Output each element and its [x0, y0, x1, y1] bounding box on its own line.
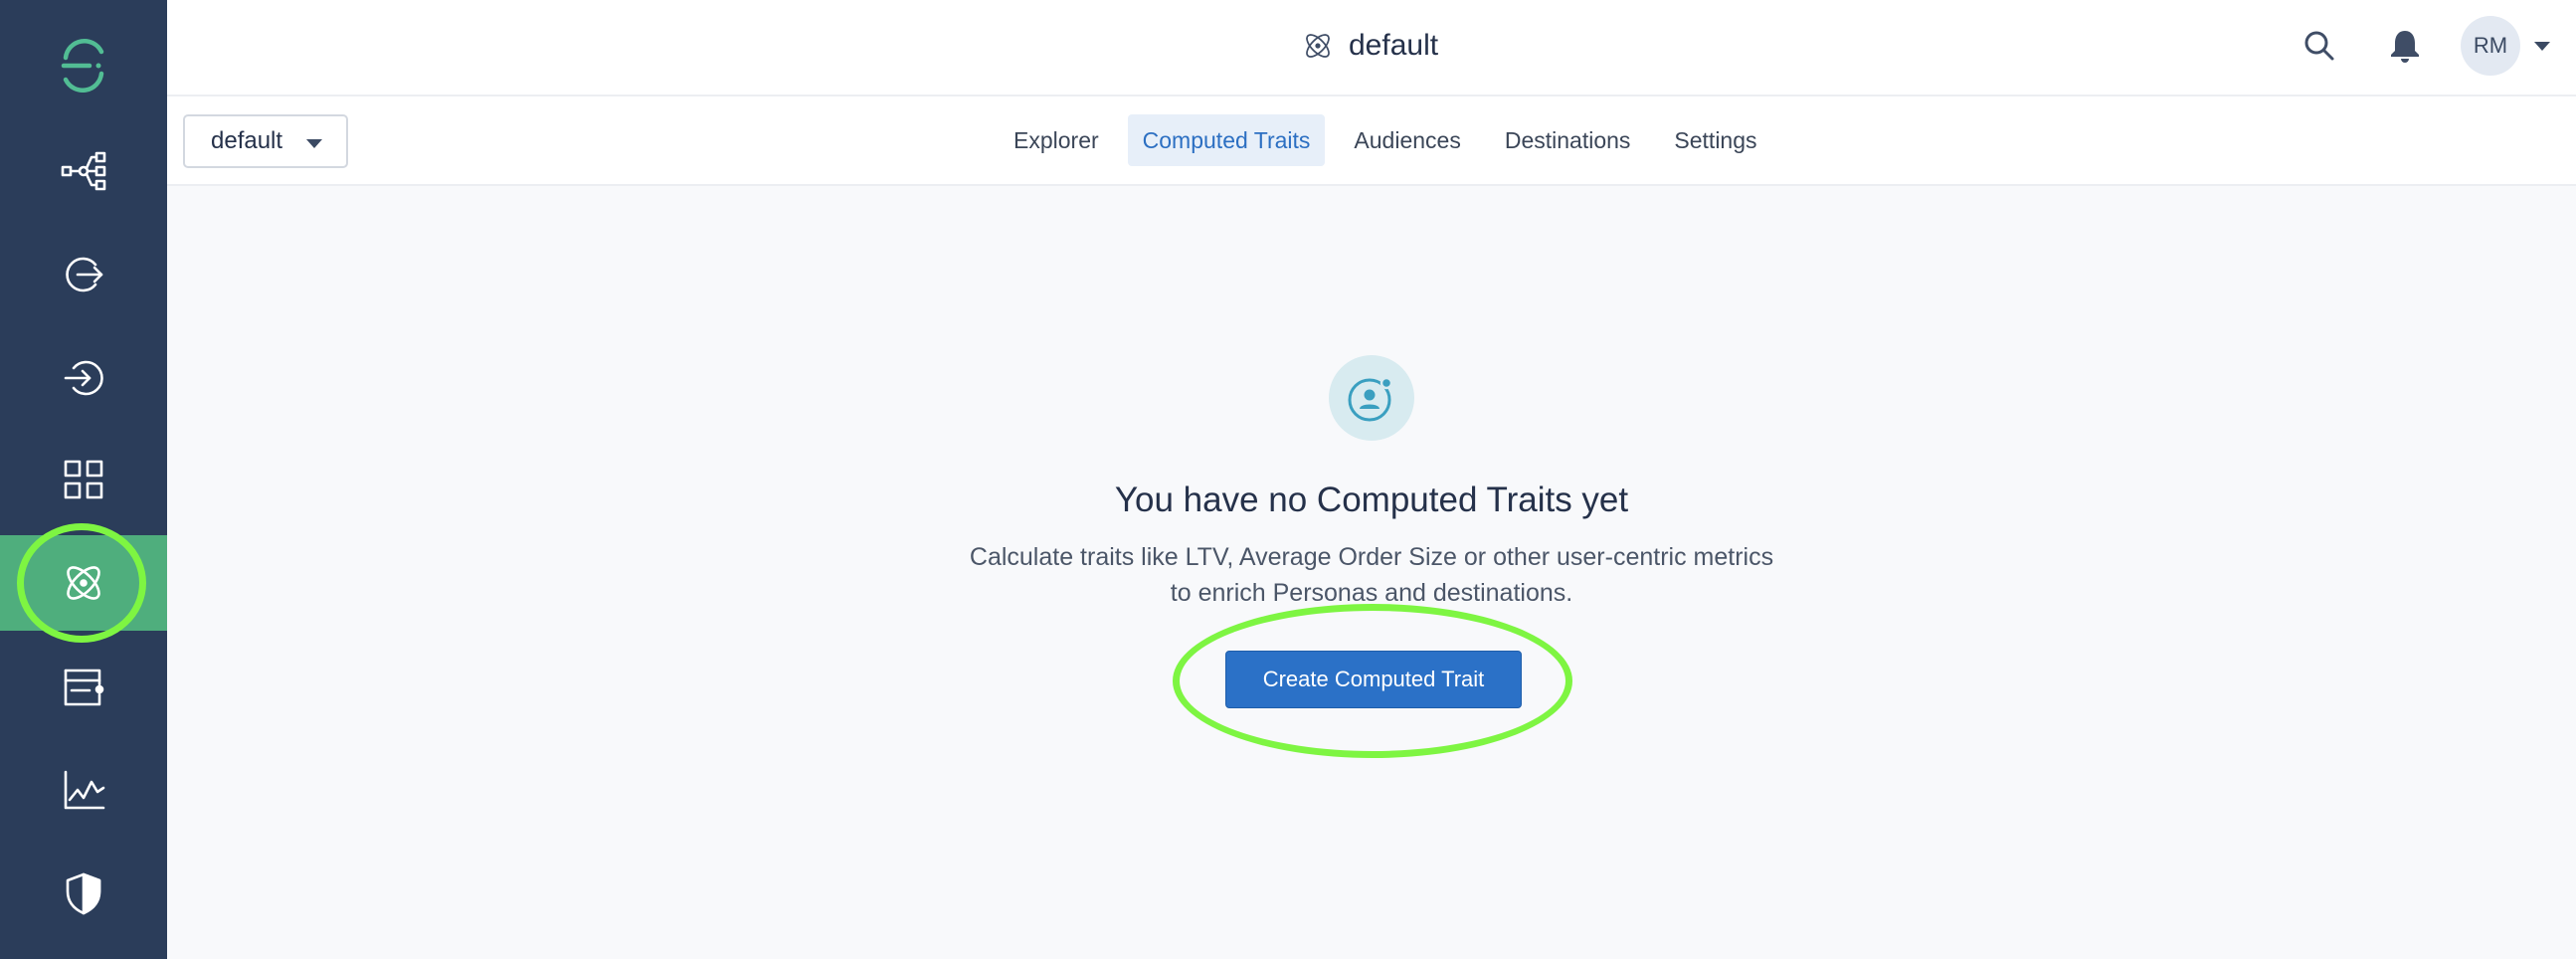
avatar[interactable]: RM: [2461, 16, 2520, 76]
tab-computed-traits[interactable]: Computed Traits: [1127, 114, 1326, 166]
empty-state-description-line-1: Calculate traits like LTV, Average Order…: [969, 543, 1774, 571]
segment-logo[interactable]: [0, 18, 167, 113]
empty-state-icon-wrapper: [1329, 355, 1414, 441]
user-trait-icon: [1348, 376, 1393, 422]
space-selector[interactable]: default: [183, 114, 348, 168]
notifications-button[interactable]: [2375, 16, 2435, 76]
empty-state: You have no Computed Traits yet Calculat…: [167, 186, 2576, 959]
sidebar: [0, 0, 167, 959]
sidebar-item-connections[interactable]: [0, 123, 167, 219]
sidebar-item-destinations[interactable]: [0, 330, 167, 426]
workspace-name: default: [1349, 29, 1439, 62]
sidebar-item-analytics[interactable]: [0, 742, 167, 838]
analytics-icon: [64, 770, 105, 810]
tab-audiences[interactable]: Audiences: [1339, 114, 1475, 166]
personas-icon: [67, 566, 100, 600]
tab-settings[interactable]: Settings: [1659, 114, 1771, 166]
empty-state-description: Calculate traits like LTV, Average Order…: [167, 539, 2576, 611]
sidebar-item-catalog[interactable]: [0, 432, 167, 527]
bell-icon: [2391, 31, 2419, 63]
top-actions: RM: [2290, 0, 2576, 92]
space-selector-value: default: [211, 127, 283, 154]
tab-explorer[interactable]: Explorer: [999, 114, 1114, 166]
segment-logo-icon: [61, 38, 104, 94]
empty-state-description-line-2: to enrich Personas and destinations.: [1170, 579, 1573, 607]
top-bar: default RM: [167, 0, 2576, 96]
sidebar-item-privacy[interactable]: [0, 846, 167, 941]
empty-state-title: You have no Computed Traits yet: [1114, 480, 1629, 519]
sub-navigation: default Explorer Computed Traits Audienc…: [167, 96, 2576, 186]
sidebar-item-sources[interactable]: [0, 227, 167, 322]
personas-icon: [1306, 34, 1330, 58]
destinations-icon: [64, 360, 103, 396]
search-icon: [2304, 31, 2334, 61]
protocols-icon: [64, 669, 104, 706]
chevron-down-icon: [306, 139, 322, 148]
create-computed-trait-button[interactable]: Create Computed Trait: [1225, 651, 1522, 708]
tab-destinations[interactable]: Destinations: [1490, 114, 1646, 166]
search-button[interactable]: [2290, 16, 2349, 76]
sidebar-item-protocols[interactable]: [0, 639, 167, 734]
chevron-down-icon[interactable]: [2534, 41, 2550, 51]
privacy-icon: [66, 872, 101, 915]
sources-icon: [66, 257, 103, 292]
catalog-icon: [64, 460, 103, 499]
sidebar-item-personas[interactable]: [0, 535, 167, 631]
connections-icon: [61, 151, 106, 191]
tab-bar: Explorer Computed Traits Audiences Desti…: [999, 114, 1772, 166]
workspace-title: default: [1301, 0, 1438, 92]
